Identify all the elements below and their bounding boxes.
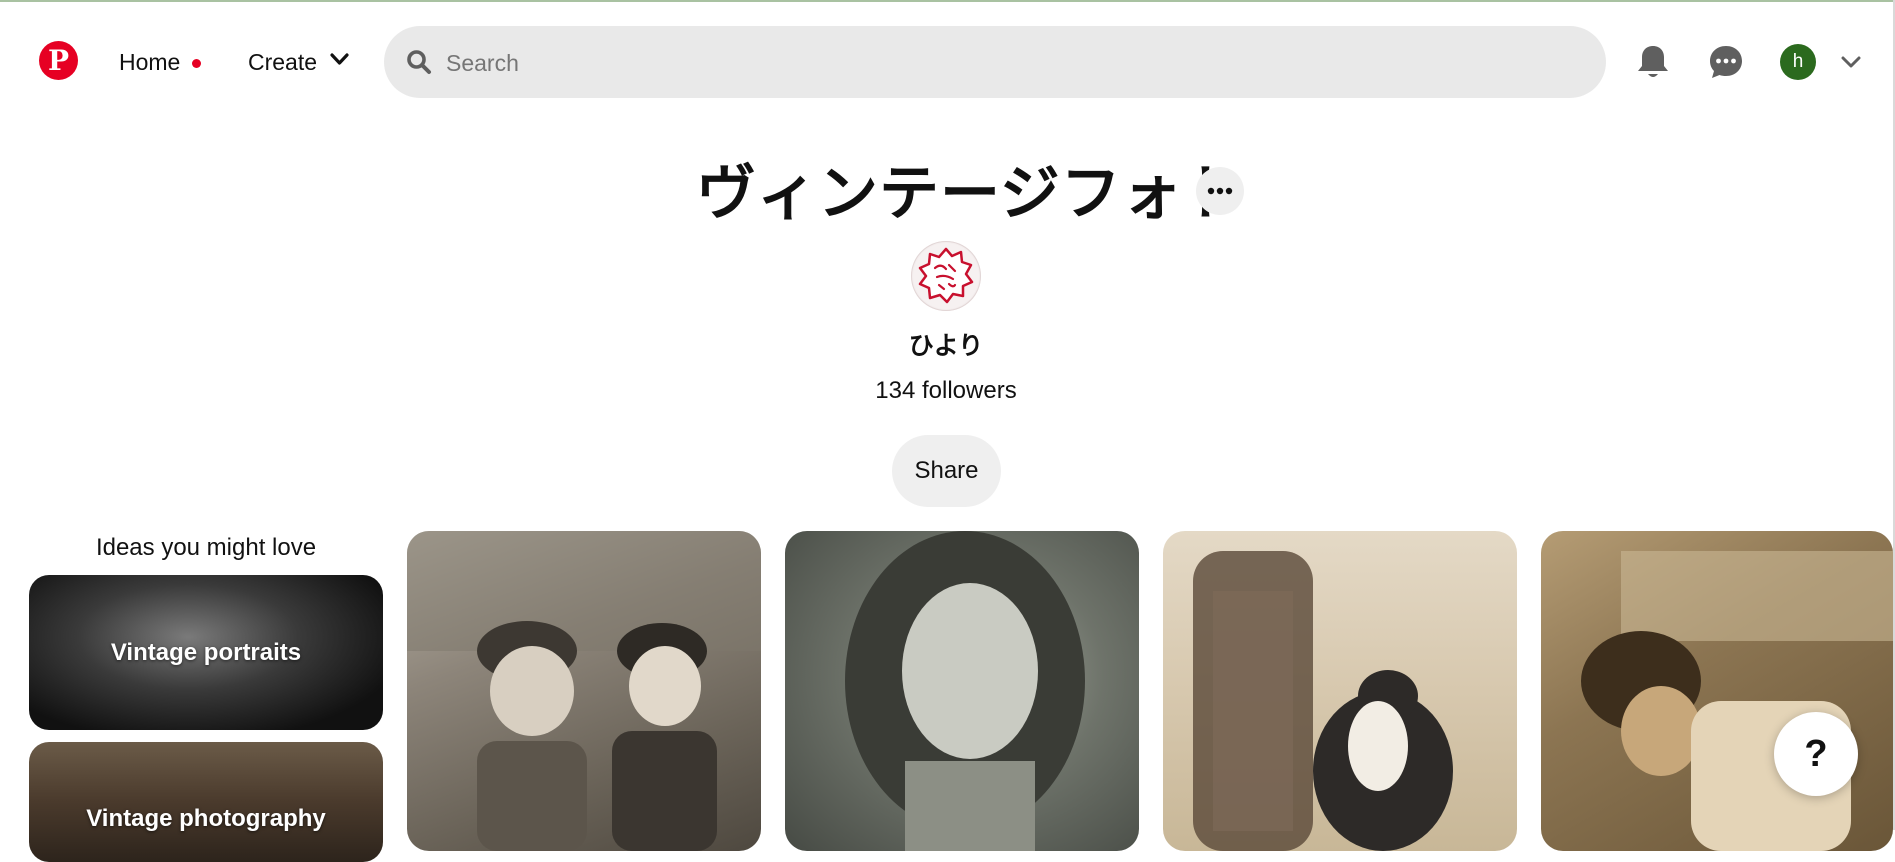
user-avatar[interactable]: h (1780, 44, 1816, 80)
account-chevron-down-icon[interactable] (1841, 55, 1861, 69)
pin-image-girl[interactable] (785, 531, 1139, 851)
owner-avatar[interactable] (911, 241, 981, 311)
help-button[interactable]: ? (1774, 712, 1858, 796)
idea-card-vintage-portraits[interactable]: Vintage portraits (29, 575, 383, 730)
pin-image-boy-kitten[interactable] (1541, 531, 1893, 851)
messages-icon[interactable] (1708, 44, 1744, 80)
pin-image-children[interactable] (407, 531, 761, 851)
home-notification-dot (192, 59, 201, 68)
nav-home[interactable]: Home (119, 49, 180, 76)
nav-create[interactable]: Create (248, 49, 317, 76)
followers-count[interactable]: 134 followers (0, 377, 1892, 405)
share-button[interactable]: Share (892, 435, 1001, 507)
ellipsis-icon (1207, 187, 1233, 195)
pin-image-cat[interactable] (1163, 531, 1517, 851)
pin-photo (845, 531, 1085, 851)
board-title: ヴィンテージフォト (696, 159, 1244, 229)
stamp-logo-icon (913, 243, 979, 309)
top-border (0, 0, 1895, 2)
pin-photo (1581, 551, 1893, 851)
idea-card-vintage-photography[interactable]: Vintage photography (29, 742, 383, 862)
owner-name[interactable]: ひより (0, 326, 1892, 362)
idea-card-label: Vintage photography (86, 805, 326, 832)
notifications-bell-icon[interactable] (1636, 44, 1670, 80)
pinterest-logo[interactable]: P (39, 41, 78, 80)
idea-card-label: Vintage portraits (110, 638, 302, 666)
search-icon (407, 50, 431, 74)
board-more-button[interactable] (1196, 167, 1244, 215)
pin-photo (1193, 551, 1453, 851)
chevron-down-icon[interactable] (330, 52, 349, 66)
search-bar[interactable] (384, 26, 1606, 100)
ideas-heading: Ideas you might love (95, 534, 317, 561)
search-input[interactable] (444, 26, 1548, 100)
pin-photo (407, 531, 761, 851)
